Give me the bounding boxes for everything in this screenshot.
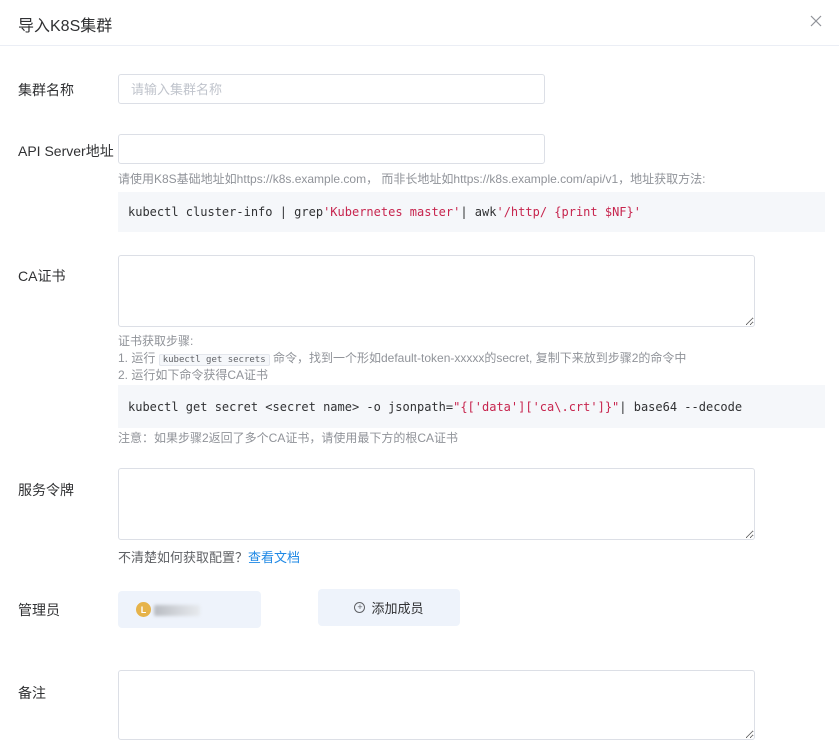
ca-cert-note: 注意：如果步骤2返回了多个CA证书，请使用最下方的根CA证书 bbox=[118, 431, 459, 445]
command-string: "{['data']['ca\.crt']}" bbox=[453, 399, 620, 414]
command-text: | base64 --decode bbox=[619, 399, 743, 414]
cluster-name-input[interactable] bbox=[118, 74, 545, 104]
ca-cert-hint-title: 证书获取步骤: bbox=[118, 334, 194, 348]
remark-label: 备注 bbox=[18, 685, 46, 701]
dialog-header: 导入K8S集群 bbox=[0, 0, 839, 46]
member-chip[interactable]: L bbox=[118, 591, 261, 628]
api-server-input[interactable] bbox=[118, 134, 545, 164]
admins-label: 管理员 bbox=[18, 602, 60, 618]
plus-circle-icon: + bbox=[354, 602, 366, 613]
command-text: | awk bbox=[460, 205, 497, 219]
step1-suffix: 命令，找到一个形如default-token-xxxxx的secret, 复制下… bbox=[272, 351, 687, 365]
token-textarea[interactable] bbox=[118, 468, 755, 540]
add-member-button[interactable]: + 添加成员 bbox=[318, 589, 460, 626]
step1-prefix: 1. 运行 bbox=[118, 351, 156, 365]
avatar: L bbox=[136, 602, 151, 617]
command-string: 'Kubernetes master' bbox=[323, 205, 461, 219]
cluster-name-label: 集群名称 bbox=[18, 82, 74, 98]
api-server-command: kubectl cluster-info | grep 'Kubernetes … bbox=[118, 192, 825, 232]
ca-cert-label: CA证书 bbox=[18, 268, 66, 284]
api-server-hint: 请使用K8S基础地址如https://k8s.example.com， 而非长地… bbox=[118, 172, 706, 186]
ca-cert-command: kubectl get secret <secret name> -o json… bbox=[118, 385, 825, 428]
token-label: 服务令牌 bbox=[18, 482, 74, 498]
dialog-title: 导入K8S集群 bbox=[18, 18, 113, 35]
close-icon[interactable] bbox=[805, 10, 827, 32]
api-server-label: API Server地址 bbox=[18, 143, 114, 159]
view-doc-link[interactable]: 查看文档 bbox=[248, 550, 300, 565]
command-text: kubectl get secret <secret name> -o json… bbox=[128, 399, 454, 414]
step1-code: kubectl get secrets bbox=[158, 354, 270, 366]
ca-cert-textarea[interactable] bbox=[118, 255, 755, 327]
blurred-member-name bbox=[154, 605, 200, 616]
command-text: kubectl cluster-info | grep bbox=[128, 205, 324, 219]
add-member-label: 添加成员 bbox=[371, 601, 424, 616]
command-string: '/http/ {print $NF}' bbox=[496, 205, 641, 219]
doc-hint-text: 不清楚如何获取配置？ bbox=[118, 550, 249, 565]
ca-cert-step2: 2. 运行如下命令获得CA证书 bbox=[118, 368, 269, 382]
doc-hint: 不清楚如何获取配置？查看文档 bbox=[118, 547, 300, 566]
remark-textarea[interactable] bbox=[118, 670, 755, 740]
